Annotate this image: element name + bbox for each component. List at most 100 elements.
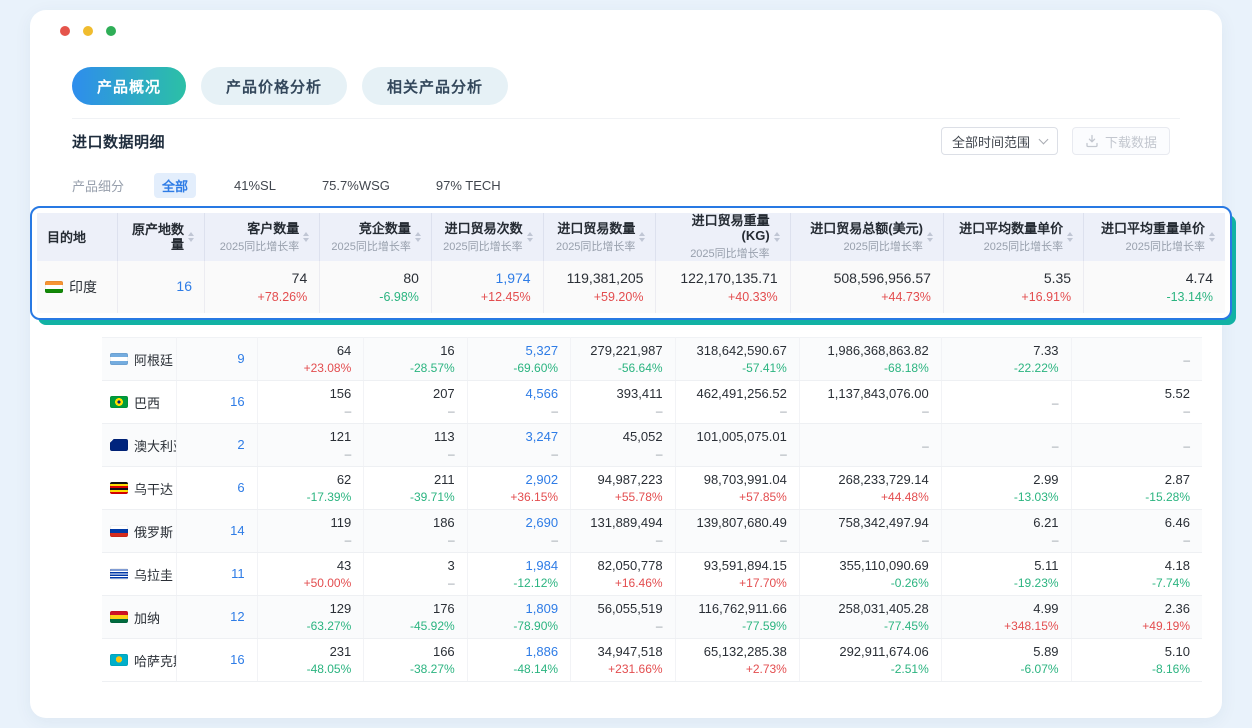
- origin-count-link[interactable]: 11: [231, 566, 245, 581]
- column-header-trade-count[interactable]: 进口贸易次数2025同比增长率: [431, 213, 543, 261]
- sort-icon[interactable]: [188, 232, 194, 242]
- yoy-change: -39.71%: [364, 489, 454, 505]
- column-title: 客户数量: [220, 221, 299, 236]
- filter-option-757wsg[interactable]: 75.7%WSG: [314, 175, 398, 196]
- trade-count-link[interactable]: 1,974: [432, 269, 531, 288]
- cell-value: 258,031,405.28: [800, 600, 929, 617]
- tab-product-price-analysis[interactable]: 产品价格分析: [201, 67, 347, 105]
- filter-option-41sl[interactable]: 41%SL: [226, 175, 284, 196]
- origin-count-link[interactable]: 16: [230, 394, 244, 409]
- trade-count-link[interactable]: 2,690: [468, 514, 558, 531]
- avg-quantity-price-cell: 5.11-19.23%: [941, 553, 1071, 596]
- cell-value: 45,052: [571, 428, 663, 445]
- cell-value: 121: [258, 428, 352, 445]
- filter-option-all[interactable]: 全部: [154, 173, 196, 198]
- origin-count-link[interactable]: 14: [230, 523, 244, 538]
- yoy-change: –: [364, 532, 454, 548]
- table-row-australia[interactable]: 澳大利亚2121–113–3,247–45,052–101,005,075.01…: [102, 424, 1202, 467]
- origin-count-link[interactable]: 6: [237, 480, 244, 495]
- table-row-ghana[interactable]: 加纳12129-63.27%176-45.92%1,809-78.90%56,0…: [102, 596, 1202, 639]
- close-window-icon[interactable]: [60, 26, 70, 36]
- trade-count-cell: 3,247–: [467, 424, 570, 467]
- maximize-window-icon[interactable]: [106, 26, 116, 36]
- column-header-competitor-count[interactable]: 竞企数量2025同比增长率: [320, 213, 432, 261]
- yoy-change: -28.57%: [364, 360, 454, 376]
- trade-amount-cell: 508,596,956.57+44.73%: [790, 261, 943, 313]
- competitor-count-cell: 186–: [364, 510, 467, 553]
- tab-related-product-analysis[interactable]: 相关产品分析: [362, 67, 508, 105]
- yoy-change: –: [942, 395, 1059, 411]
- origin-count-link[interactable]: 9: [237, 351, 244, 366]
- minimize-window-icon[interactable]: [83, 26, 93, 36]
- table-row-russia[interactable]: 俄罗斯14119–186–2,690–131,889,494–139,807,6…: [102, 510, 1202, 553]
- avg-quantity-price-cell: –: [941, 424, 1071, 467]
- yoy-change: -8.16%: [1072, 661, 1190, 677]
- sort-icon[interactable]: [415, 232, 421, 242]
- yoy-change: +348.15%: [942, 618, 1059, 634]
- column-header-avg-quantity-price[interactable]: 进口平均数量单价2025同比增长率: [943, 213, 1083, 261]
- sort-icon[interactable]: [639, 232, 645, 242]
- flag-kazakhstan-icon: [110, 654, 128, 666]
- origin-count-cell: 9: [177, 338, 257, 381]
- trade-count-link[interactable]: 3,247: [468, 428, 558, 445]
- competitor-count-cell: 113–: [364, 424, 467, 467]
- sort-icon[interactable]: [774, 232, 780, 242]
- cell-value: 131,889,494: [571, 514, 663, 531]
- cell-value: 34,947,518: [571, 643, 663, 660]
- yoy-change: +78.26%: [205, 289, 307, 305]
- sort-icon[interactable]: [303, 232, 309, 242]
- cell-value: 119,381,205: [544, 269, 644, 288]
- yoy-change: –: [676, 403, 787, 419]
- trade-count-link[interactable]: 1,984: [468, 557, 558, 574]
- origin-count-link[interactable]: 16: [176, 278, 192, 294]
- column-header-origin-count[interactable]: 原产地数量: [118, 213, 205, 261]
- trade-count-link[interactable]: 1,809: [468, 600, 558, 617]
- yoy-change: –: [468, 446, 558, 462]
- column-header-trade-quantity[interactable]: 进口贸易数量2025同比增长率: [543, 213, 656, 261]
- sort-icon[interactable]: [927, 232, 933, 242]
- column-header-trade-amount[interactable]: 进口贸易总额(美元)2025同比增长率: [790, 213, 943, 261]
- sort-icon[interactable]: [1067, 232, 1073, 242]
- flag-uganda-icon: [110, 482, 128, 494]
- trade-count-link[interactable]: 4,566: [468, 385, 558, 402]
- origin-count-cell: 12: [177, 596, 257, 639]
- sort-icon[interactable]: [527, 232, 533, 242]
- table-header-row: 目的地原产地数量客户数量2025同比增长率竞企数量2025同比增长率进口贸易次数…: [37, 213, 1225, 261]
- origin-count-cell: 2: [177, 424, 257, 467]
- yoy-change: +23.08%: [258, 360, 352, 376]
- trade-count-link[interactable]: 5,327: [468, 342, 558, 359]
- column-header-customer-count[interactable]: 客户数量2025同比增长率: [205, 213, 320, 261]
- flag-india-icon: [45, 281, 63, 293]
- cell-value: 5.52: [1072, 385, 1190, 402]
- origin-count-link[interactable]: 16: [230, 652, 244, 667]
- column-header-trade-weight[interactable]: 进口贸易重量(KG)2025同比增长率: [656, 213, 790, 261]
- highlighted-row-india[interactable]: 印度1674+78.26%80-6.98%1,974+12.45%119,381…: [37, 261, 1225, 313]
- cell-value: 119: [258, 514, 352, 531]
- origin-count-link[interactable]: 2: [237, 437, 244, 452]
- table-row-kazakhstan[interactable]: 哈萨克斯坦16231-48.05%166-38.27%1,886-48.14%3…: [102, 639, 1202, 682]
- yoy-change: –: [364, 446, 454, 462]
- table-row-uruguay[interactable]: 乌拉圭1143+50.00%3–1,984-12.12%82,050,778+1…: [102, 553, 1202, 596]
- divider: [72, 118, 1180, 119]
- table-row-uganda[interactable]: 乌干达662-17.39%211-39.71%2,902+36.15%94,98…: [102, 467, 1202, 510]
- table-row-argentina[interactable]: 阿根廷964+23.08%16-28.57%5,327-69.60%279,22…: [102, 338, 1202, 381]
- yoy-change: +12.45%: [432, 289, 531, 305]
- cell-value: 3: [364, 557, 454, 574]
- tab-product-overview[interactable]: 产品概况: [72, 67, 186, 105]
- sort-icon[interactable]: [1209, 232, 1215, 242]
- trade-amount-cell: 258,031,405.28-77.45%: [799, 596, 941, 639]
- table-row-brazil[interactable]: 巴西16156–207–4,566–393,411–462,491,256.52…: [102, 381, 1202, 424]
- yoy-change: –: [258, 532, 352, 548]
- trade-amount-cell: –: [799, 424, 941, 467]
- origin-count-cell: 11: [177, 553, 257, 596]
- column-header-avg-weight-price[interactable]: 进口平均重量单价2025同比增长率: [1084, 213, 1225, 261]
- download-data-button[interactable]: 下载数据: [1072, 127, 1170, 155]
- avg-quantity-price-cell: 7.33-22.22%: [941, 338, 1071, 381]
- origin-count-link[interactable]: 12: [230, 609, 244, 624]
- filter-option-97tech[interactable]: 97% TECH: [428, 175, 509, 196]
- time-range-select[interactable]: 全部时间范围: [941, 127, 1058, 155]
- trade-count-cell: 2,902+36.15%: [467, 467, 570, 510]
- cell-value: 16: [364, 342, 454, 359]
- trade-count-link[interactable]: 1,886: [468, 643, 558, 660]
- trade-count-link[interactable]: 2,902: [468, 471, 558, 488]
